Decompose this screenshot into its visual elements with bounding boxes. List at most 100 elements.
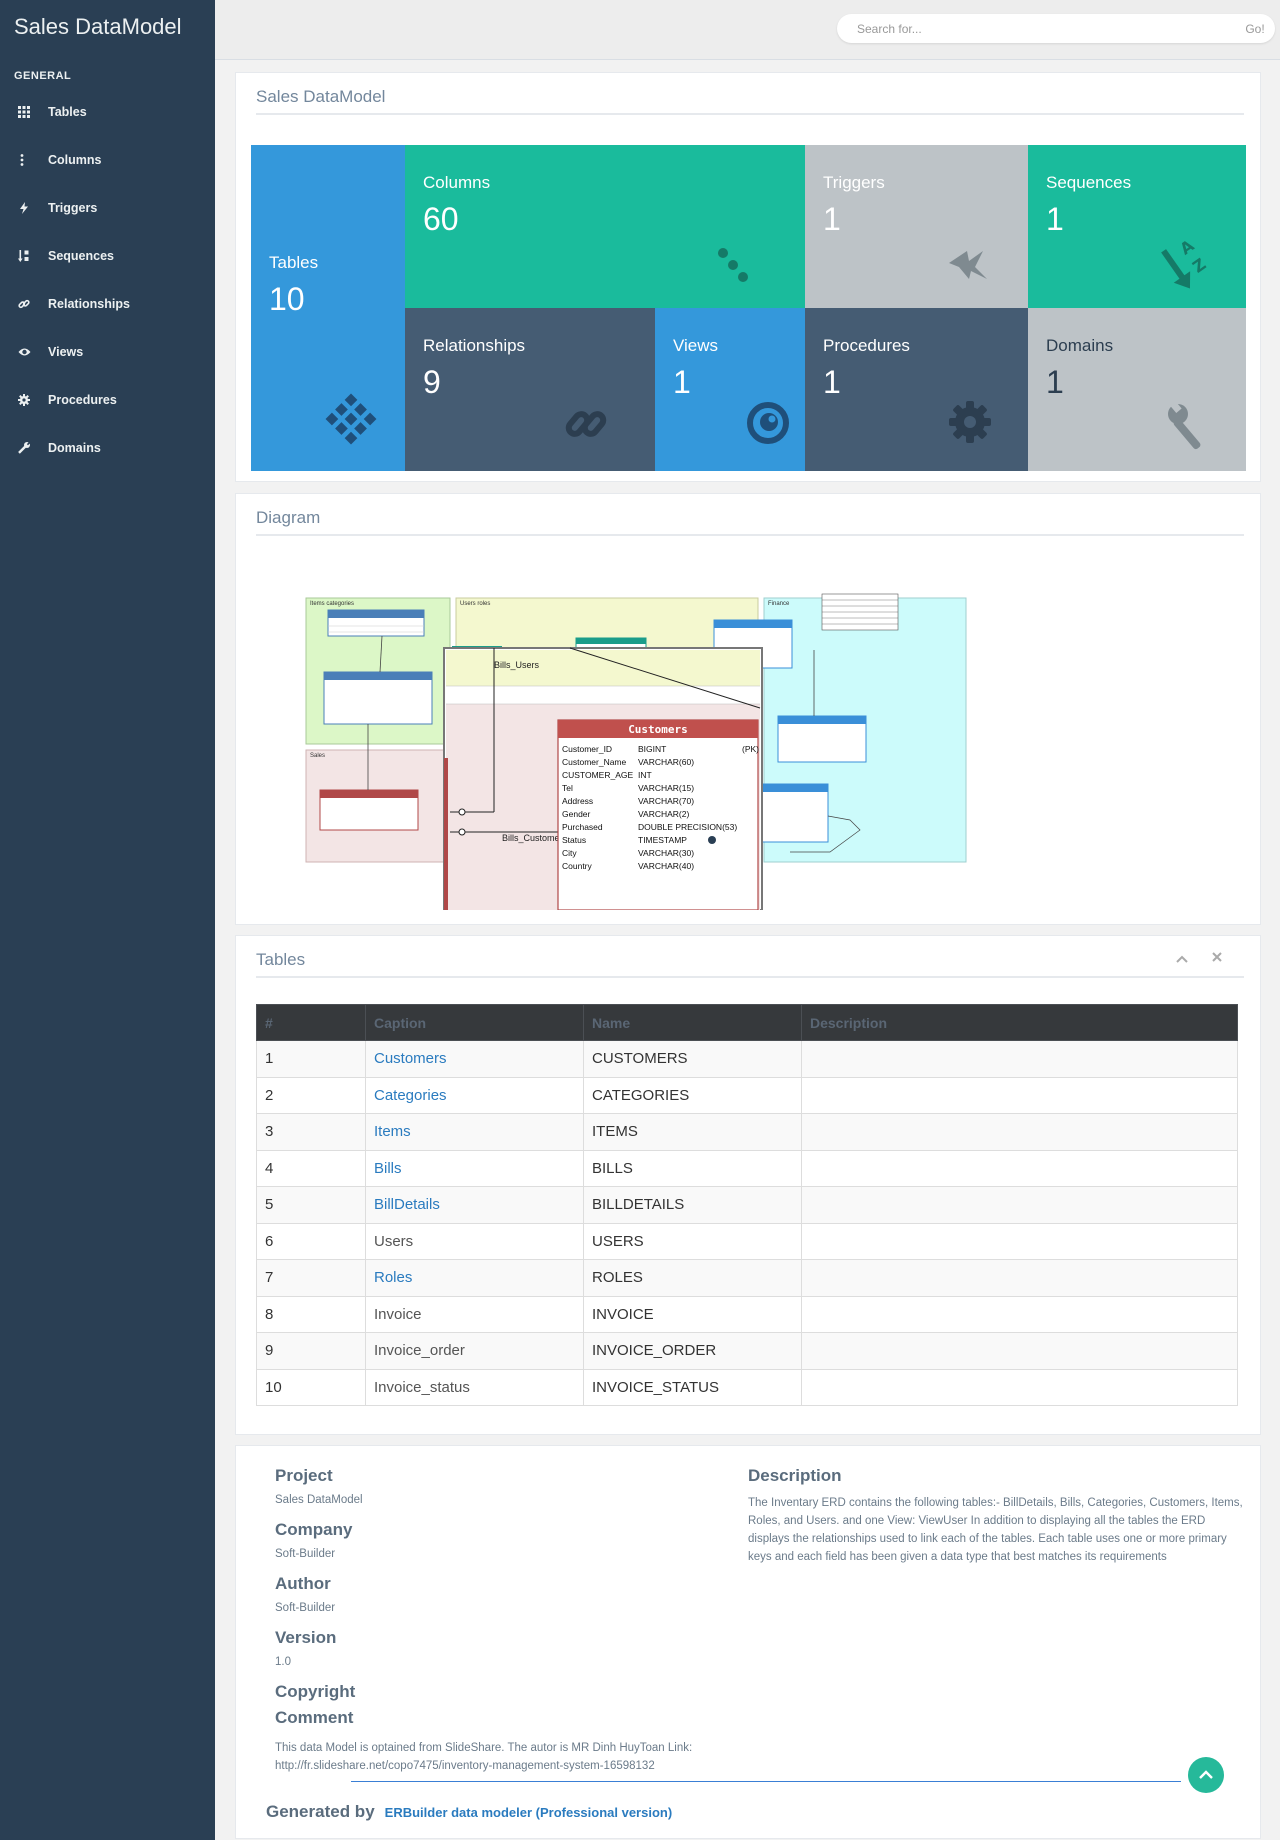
app-title[interactable]: Sales DataModel xyxy=(0,0,215,52)
collapse-chevron-up-icon[interactable] xyxy=(1176,950,1188,966)
description-cell xyxy=(801,1295,1238,1333)
tile-tables[interactable]: Tables 10 xyxy=(251,145,405,471)
sort-az-icon xyxy=(18,250,48,262)
tile-relationships-label: Relationships xyxy=(423,336,526,355)
customers-column-name: Purchased xyxy=(562,822,603,832)
author-value: Soft-Builder xyxy=(275,1602,336,1614)
search-go-button[interactable]: Go! xyxy=(1235,22,1275,36)
eye-icon xyxy=(745,400,791,451)
svg-text:A: A xyxy=(1176,236,1198,259)
tile-columns-value: 60 xyxy=(423,201,459,237)
column-header[interactable]: Caption xyxy=(365,1004,584,1041)
table-row: 9 Invoice_order INVOICE_ORDER xyxy=(256,1332,1238,1370)
search-input[interactable] xyxy=(837,21,1235,36)
description-cell xyxy=(801,1149,1238,1187)
project-value: Sales DataModel xyxy=(275,1494,363,1506)
description-cell xyxy=(801,1113,1238,1151)
column-header[interactable]: Description xyxy=(801,1004,1238,1041)
table-caption-text: Invoice_order xyxy=(374,1342,465,1360)
sidebar-item-columns[interactable]: Columns xyxy=(0,136,215,184)
tile-procedures[interactable]: Procedures 1 xyxy=(805,308,1028,471)
sort-az-icon: AZ xyxy=(1160,233,1216,298)
sidebar-item-relationships[interactable]: Relationships xyxy=(0,280,215,328)
sidebar-item-tables[interactable]: Tables xyxy=(0,88,215,136)
table-row: 3 Items ITEMS xyxy=(256,1113,1238,1151)
svg-text:Z: Z xyxy=(1189,254,1209,276)
sidebar-item-label: Columns xyxy=(48,153,102,167)
generated-by: Generated by ERBuilder data modeler (Pro… xyxy=(266,1802,672,1822)
comment-label: Comment xyxy=(275,1708,354,1727)
customers-column-name: City xyxy=(562,848,577,858)
sidebar-item-label: Domains xyxy=(48,441,101,455)
bolt-icon xyxy=(945,241,993,290)
tile-views[interactable]: Views 1 xyxy=(655,308,805,471)
table-caption-link[interactable]: Customers xyxy=(374,1050,447,1067)
customers-column-type: VARCHAR(30) xyxy=(638,848,694,858)
table-caption-link[interactable]: Roles xyxy=(374,1269,412,1286)
project-info-panel: Project Sales DataModel Company Soft-Bui… xyxy=(235,1445,1261,1839)
column-header[interactable]: Name xyxy=(583,1004,802,1041)
tile-domains[interactable]: Domains 1 xyxy=(1028,308,1246,471)
caption-cell: Customers xyxy=(365,1040,584,1078)
sidebar-item-label: Tables xyxy=(48,105,87,119)
wrench-icon xyxy=(1164,400,1210,457)
footer-divider xyxy=(351,1781,1181,1782)
customers-column-name: Customer_Name xyxy=(562,757,627,767)
name-cell: CUSTOMERS xyxy=(583,1040,802,1078)
diagram-panel: Diagram Items categories Users roles Fin… xyxy=(235,493,1261,925)
table-caption-link[interactable]: Categories xyxy=(374,1087,447,1104)
table-grid-icon xyxy=(18,106,48,118)
tile-sequences[interactable]: Sequences 1 AZ xyxy=(1028,145,1246,308)
table-row: 6 Users USERS xyxy=(256,1222,1238,1260)
erd-diagram[interactable]: Items categories Users roles Finance Sal… xyxy=(270,590,970,910)
table-caption-text: Users xyxy=(374,1232,414,1250)
sidebar-item-sequences[interactable]: Sequences xyxy=(0,232,215,280)
table-caption-link[interactable]: Bills xyxy=(374,1160,402,1177)
column-header[interactable]: # xyxy=(256,1004,366,1041)
comment-value: This data Model is optained from SlideSh… xyxy=(275,1742,693,1772)
sidebar-item-label: Triggers xyxy=(48,201,98,215)
caption-cell: Invoice xyxy=(365,1295,584,1333)
sidebar-item-procedures[interactable]: Procedures xyxy=(0,376,215,424)
tile-views-label: Views xyxy=(673,336,719,355)
erbuilder-link[interactable]: ERBuilder data modeler (Professional ver… xyxy=(385,1805,673,1820)
tile-columns[interactable]: Columns 60 xyxy=(405,145,805,308)
customers-column-name: Country xyxy=(562,861,593,871)
name-cell: BILLS xyxy=(583,1149,802,1187)
table-caption-link[interactable]: BillDetails xyxy=(374,1196,440,1213)
caption-cell: Categories xyxy=(365,1076,584,1114)
description-cell xyxy=(801,1040,1238,1078)
bolt-icon xyxy=(18,202,48,214)
top-bar: Go! xyxy=(215,0,1280,60)
sidebar-item-views[interactable]: Views xyxy=(0,328,215,376)
table-caption-link[interactable]: Items xyxy=(374,1123,411,1140)
scroll-to-top-button[interactable] xyxy=(1188,1757,1224,1793)
author-label: Author xyxy=(275,1574,331,1593)
group-label: Sales xyxy=(310,753,325,759)
row-number-cell: 6 xyxy=(256,1222,366,1260)
caption-cell: Users xyxy=(365,1222,584,1260)
group-label: Users roles xyxy=(460,601,490,607)
row-number-cell: 10 xyxy=(256,1368,366,1406)
summary-panel-title: Sales DataModel xyxy=(256,73,1244,115)
gear-icon xyxy=(18,394,48,406)
group-label: Items categories xyxy=(310,601,354,607)
tile-triggers[interactable]: Triggers 1 xyxy=(805,145,1028,308)
description-cell xyxy=(801,1368,1238,1406)
columns-dots-icon xyxy=(715,243,755,292)
version-label: Version xyxy=(275,1628,337,1647)
sidebar-item-domains[interactable]: Domains xyxy=(0,424,215,472)
caption-cell: Items xyxy=(365,1113,584,1151)
customers-column-name: Status xyxy=(562,835,586,845)
customers-column-type: VARCHAR(15) xyxy=(638,783,694,793)
table-caption-text: Invoice_status xyxy=(374,1378,470,1396)
table-row: 5 BillDetails BILLDETAILS xyxy=(256,1186,1238,1224)
name-cell: ITEMS xyxy=(583,1113,802,1151)
customers-column-name: Tel xyxy=(562,783,573,793)
row-number-cell: 3 xyxy=(256,1113,366,1151)
close-icon[interactable] xyxy=(1212,949,1222,967)
tables-panel-title: Tables xyxy=(256,936,1244,978)
sidebar-item-triggers[interactable]: Triggers xyxy=(0,184,215,232)
tile-relationships[interactable]: Relationships 9 xyxy=(405,308,655,471)
customers-column-type: VARCHAR(2) xyxy=(638,809,689,819)
